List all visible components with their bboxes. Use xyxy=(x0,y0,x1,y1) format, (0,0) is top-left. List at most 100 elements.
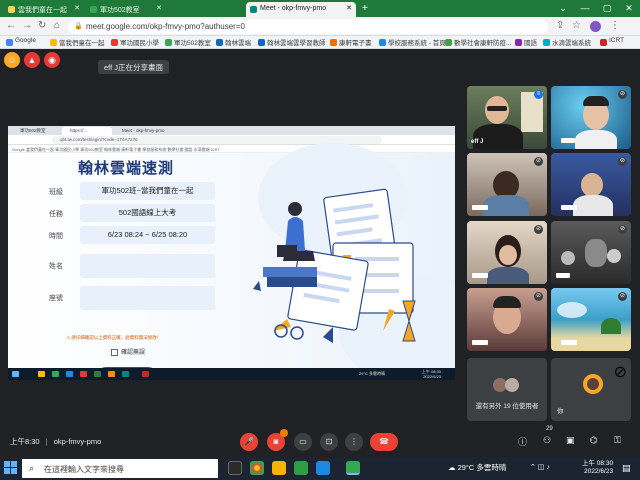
participant-tile[interactable]: ⊘ xyxy=(551,86,631,149)
reload-icon[interactable]: ↻ xyxy=(38,20,46,31)
participant-tile[interactable]: ⊘ xyxy=(551,221,631,284)
captions-button[interactable]: ▭ xyxy=(294,433,312,451)
participant-tile[interactable]: ⊘ xyxy=(551,153,631,216)
browser-tab-strip: 雲我們童在一起 ✕ 軍功502教室 ✕ Meet - okp-fmvy-pmo … xyxy=(0,0,640,17)
bookmark-item[interactable]: 國語 xyxy=(515,37,537,47)
seat-label: 座號 xyxy=(49,295,63,302)
present-button[interactable]: ⊡ xyxy=(320,433,338,451)
people-icon[interactable]: ⚇ xyxy=(543,435,551,446)
tab-class-group[interactable]: 雲我們童在一起 ✕ xyxy=(4,2,84,17)
bookmark-item[interactable]: 翰林雲端雲學習教師 xyxy=(258,37,326,47)
info-icon[interactable]: ⓘ xyxy=(518,435,527,448)
shared-screen: 軍功502教室 https://... Meet - okp-fmvy-pmo … xyxy=(8,126,455,380)
app-icon[interactable] xyxy=(316,461,330,475)
more-options-button[interactable]: ⋮ xyxy=(345,433,363,451)
new-tab-button[interactable]: + xyxy=(362,3,368,14)
tab-search-button[interactable]: ⌄ xyxy=(552,0,574,17)
shared-address-bar: qbt.tw.com/test/login/?code=1T4A7276 xyxy=(8,135,455,145)
task-view-icon[interactable] xyxy=(228,461,242,475)
emoji-icon[interactable]: ☺ xyxy=(4,52,20,68)
menu-icon[interactable]: ⋮ xyxy=(610,20,620,31)
bookmark-icon xyxy=(543,39,550,46)
bookmark-item[interactable]: 當我們童在一起 xyxy=(50,37,105,47)
tab-classroom[interactable]: 軍功502教室 ✕ xyxy=(86,2,166,17)
speaking-icon: ≡ xyxy=(534,90,543,99)
taskbar-weather: ☁ 29°C 多雲時晴 xyxy=(448,463,507,472)
bookmark-item[interactable]: 軍功502教室 xyxy=(165,37,211,47)
mic-toggle-button[interactable]: 🎤 xyxy=(240,433,258,451)
object xyxy=(561,251,575,265)
name-input[interactable] xyxy=(80,254,215,278)
bookmark-item[interactable]: 康軒電子書 xyxy=(330,37,372,47)
bookmark-item[interactable]: 學校服務系統 - 首頁 xyxy=(379,37,446,47)
tab-favicon xyxy=(90,6,97,13)
close-icon[interactable]: ✕ xyxy=(74,4,80,12)
windows-start-icon[interactable] xyxy=(4,461,18,475)
taskbar-search-input[interactable]: ⌕ 在這裡輸入文字來搜尋 xyxy=(22,459,218,478)
close-icon[interactable]: ✕ xyxy=(346,4,352,12)
bookmark-item[interactable]: 水滴雲端系統 xyxy=(543,37,591,47)
participant-tile[interactable]: ⊘ xyxy=(467,288,547,351)
chat-icon[interactable]: ▣ xyxy=(566,435,575,446)
self-label: 你 xyxy=(557,408,564,415)
class-label: 班級 xyxy=(49,189,63,196)
taskbar-clock[interactable]: 上午 08:30 2022/6/23 xyxy=(582,460,613,476)
self-tile[interactable]: 你 ⊘ xyxy=(551,358,631,421)
participant-body xyxy=(575,130,617,149)
file-explorer-icon[interactable] xyxy=(272,461,286,475)
meeting-info: 上午8:30 | okp-fmvy-pmo xyxy=(10,437,102,446)
reaction-icons: ☺ ▲ ◉ xyxy=(4,52,60,68)
checkbox-icon[interactable] xyxy=(111,348,118,356)
app-icon xyxy=(94,371,101,377)
class-row: 班級 軍功502班~當我們童在一起 xyxy=(38,182,218,202)
bookmark-item[interactable]: 數學社會康軒防疫... xyxy=(445,37,511,47)
chrome-icon[interactable] xyxy=(250,461,264,475)
bookmark-item[interactable]: 翰林雲端 xyxy=(216,37,251,47)
shared-taskbar: 29°C 多雲時晴 上午 08:30 2022/6/23 xyxy=(8,368,455,380)
close-window-button[interactable]: ✕ xyxy=(618,0,640,17)
stop-icon[interactable]: ◉ xyxy=(44,52,60,68)
participant-tile[interactable]: ⊘ xyxy=(467,153,547,216)
minimize-button[interactable]: — xyxy=(574,0,596,17)
participant-tile[interactable]: ⊘ xyxy=(467,221,547,284)
mic-off-icon: ⊘ xyxy=(534,157,543,166)
bookmark-icon xyxy=(258,39,265,46)
bookmark-item[interactable]: 軍功國民小學 xyxy=(111,37,159,47)
bookmark-item[interactable]: Google xyxy=(6,37,36,46)
seat-input[interactable] xyxy=(80,286,215,310)
app-icon xyxy=(52,371,59,377)
shared-tab: 軍功502教室 xyxy=(20,128,46,133)
tab-meet[interactable]: Meet - okp-fmvy-pmo ✕ xyxy=(246,2,356,17)
bookmark-item[interactable]: ICRT xyxy=(600,37,624,46)
lock-icon[interactable]: ⚿ xyxy=(614,435,621,446)
maximize-button[interactable]: ▢ xyxy=(596,0,618,17)
system-tray-icons[interactable]: ⌃ ◫ ♪ xyxy=(530,463,550,471)
activities-icon[interactable]: ⌬ xyxy=(590,435,598,446)
participant-name: eff J xyxy=(471,139,484,145)
url-input[interactable]: 🔒 meet.google.com/okp-fmvy-pmo?authuser=… xyxy=(68,19,548,34)
participant-tile[interactable]: ⊘ xyxy=(551,288,631,351)
meet-app-icon[interactable] xyxy=(346,461,360,475)
windows-taskbar: ⌕ 在這裡輸入文字來搜尋 ☁ 29°C 多雲時晴 ⌃ ◫ ♪ 上午 08:30 … xyxy=(0,457,640,480)
mic-off-icon: ⊘ xyxy=(618,157,627,166)
avatar[interactable] xyxy=(590,21,601,32)
leave-call-button[interactable]: ☎ xyxy=(370,433,398,451)
participant-name-redacted xyxy=(472,205,488,210)
forward-icon[interactable]: → xyxy=(22,20,32,31)
share-icon[interactable]: ⇪ xyxy=(556,20,564,31)
record-icon[interactable]: ▲ xyxy=(24,52,40,68)
object xyxy=(607,249,621,263)
back-icon[interactable]: ← xyxy=(6,20,16,31)
more-participants-tile[interactable]: 還有另外 19 位使用者 xyxy=(467,358,547,421)
participant-name-redacted xyxy=(472,340,488,345)
more-participants-label: 還有另外 19 位使用者 xyxy=(475,403,539,410)
close-icon[interactable]: ✕ xyxy=(156,4,162,12)
notification-icon[interactable]: ▤ xyxy=(622,463,631,474)
participant-tile-speaker[interactable]: ≡ eff J xyxy=(467,86,547,149)
confirm-checkbox[interactable]: 確認無誤 xyxy=(111,347,145,356)
home-icon[interactable]: ⌂ xyxy=(54,20,60,31)
bookmark-star-icon[interactable]: ☆ xyxy=(572,20,581,31)
url-text: meet.google.com/okp-fmvy-pmo?authuser=0 xyxy=(86,22,245,31)
app-icon xyxy=(122,371,129,377)
line-icon[interactable] xyxy=(294,461,308,475)
